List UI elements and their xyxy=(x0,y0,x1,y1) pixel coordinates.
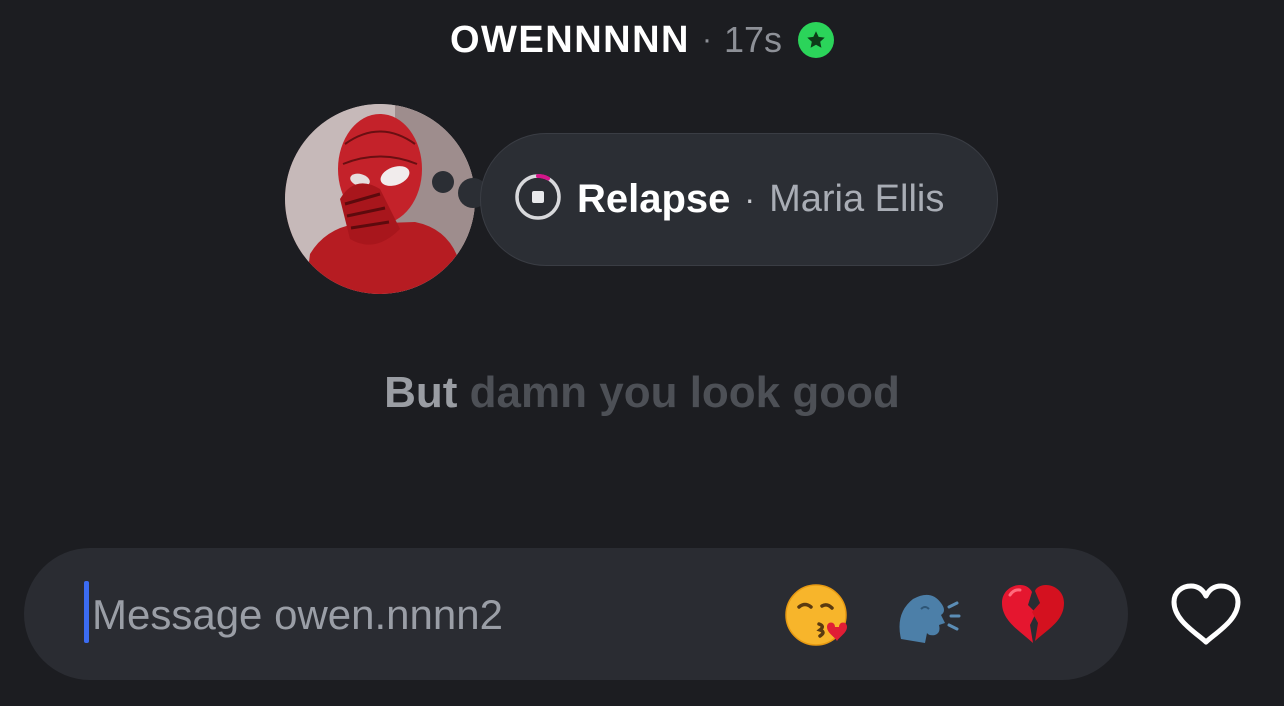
header-separator: · xyxy=(701,23,712,56)
spiderman-avatar-image xyxy=(285,104,475,294)
playing-stop-icon[interactable] xyxy=(513,172,563,227)
avatar[interactable] xyxy=(285,104,475,294)
song-separator: · xyxy=(744,181,756,217)
heart-outline-icon[interactable] xyxy=(1168,580,1244,650)
close-friends-star-icon xyxy=(798,22,835,58)
lyric-upcoming-words: damn you look good xyxy=(469,368,900,417)
message-input[interactable] xyxy=(90,586,694,644)
chat-header[interactable]: OWENNNNN · 17s xyxy=(0,14,1284,66)
header-username[interactable]: OWENNNNN xyxy=(450,19,690,62)
header-timestamp: 17s xyxy=(723,19,783,60)
speaking-head-icon[interactable] xyxy=(890,580,962,652)
note-bubble-tail-small xyxy=(432,171,454,193)
song-artist: Maria Ellis xyxy=(769,178,945,220)
music-note-bubble[interactable]: Relapse · Maria Ellis xyxy=(480,133,998,266)
broken-heart-icon[interactable] xyxy=(997,580,1069,652)
song-title: Relapse xyxy=(577,177,731,221)
kissing-face-blowing-heart-icon[interactable] xyxy=(782,580,854,652)
lyric-current-word: But xyxy=(384,368,458,417)
song-lyric: But damn you look good xyxy=(0,368,1284,418)
text-cursor xyxy=(84,581,89,643)
